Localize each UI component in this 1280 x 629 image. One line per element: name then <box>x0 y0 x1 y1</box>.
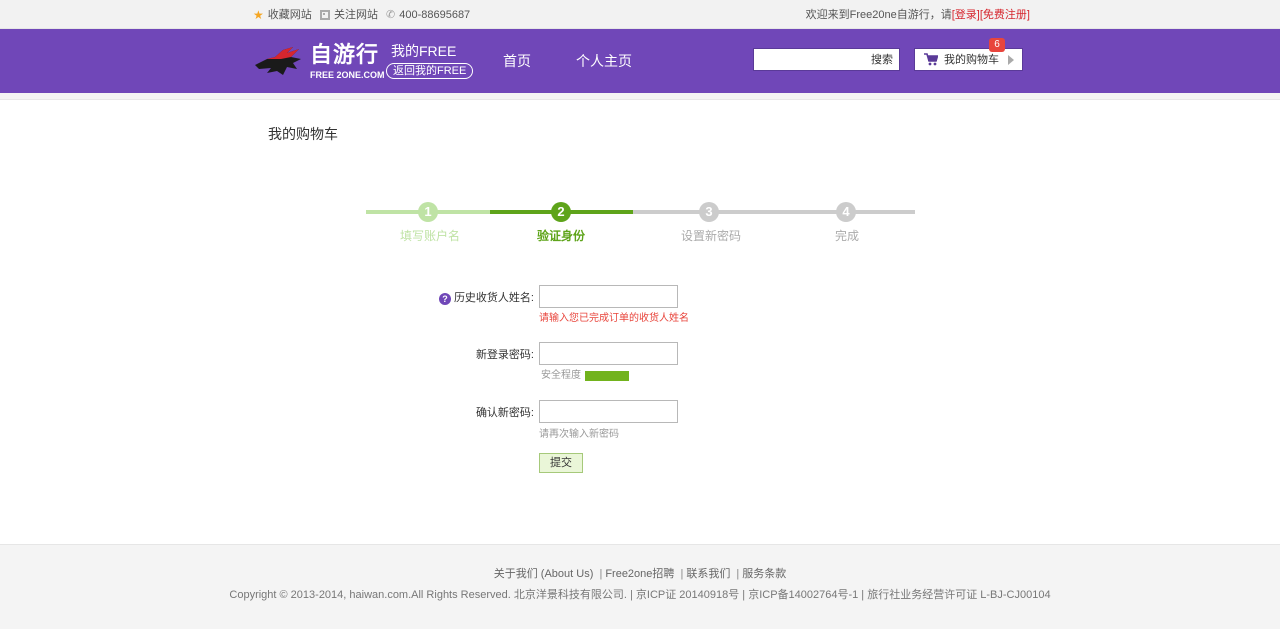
logo[interactable]: 自游行 FREE 2ONE.COM <box>253 42 385 82</box>
search-input[interactable] <box>756 51 866 68</box>
history-name-error: 请输入您已完成订单的收货人姓名 <box>539 313 689 324</box>
history-name-input[interactable] <box>539 285 678 308</box>
footer-links: 关于我们 (About Us) | Free2one招聘 | 联系我们 | 服务条款 <box>0 567 1280 581</box>
logo-name: 自游行 <box>310 42 380 67</box>
submit-button[interactable]: 提交 <box>539 453 583 473</box>
back-to-free-button[interactable]: 返回我的FREE <box>386 63 474 79</box>
nav-profile[interactable]: 个人主页 <box>576 52 632 70</box>
step-4-label: 完成 <box>835 229 860 243</box>
history-name-label-row: ? 历史收货人姓名: <box>430 291 534 305</box>
step-3-label: 设置新密码 <box>681 229 742 243</box>
confirm-password-input[interactable] <box>539 400 678 423</box>
phone-info: ✆ 400-88695687 <box>386 8 470 22</box>
cart-count-badge: 6 <box>989 38 1005 52</box>
my-free-title: 我的FREE <box>391 43 457 59</box>
search-button[interactable]: 搜索 <box>871 53 893 67</box>
search-box: 搜索 <box>753 48 900 71</box>
confirm-password-hint: 请再次输入新密码 <box>539 429 619 440</box>
header-divider <box>0 93 1280 100</box>
cart-button[interactable]: 我的购物车 <box>914 48 1023 71</box>
step-line-3 <box>633 210 915 214</box>
login-link[interactable]: [登录] <box>952 8 980 22</box>
footer-separator: | <box>680 568 684 580</box>
cart-icon <box>924 53 938 66</box>
favorite-label: 收藏网站 <box>267 9 312 21</box>
progress-steps: 1 2 3 4 填写账户名 验证身份 设置新密码 完成 <box>366 202 915 246</box>
qr-code-icon <box>320 10 330 20</box>
new-password-input[interactable] <box>539 342 678 365</box>
step-1-circle: 1 <box>418 202 438 222</box>
register-link[interactable]: [免费注册] <box>980 8 1030 22</box>
footer: 关于我们 (About Us) | Free2one招聘 | 联系我们 | 服务条款 … <box>0 544 1280 629</box>
welcome-message: 欢迎来到Free20ne自游行，请 [登录] [免费注册] <box>806 8 1030 22</box>
password-strength-bar <box>585 371 629 381</box>
footer-copyright: Copyright © 2013-2014, haiwan.com.All Ri… <box>229 589 1051 601</box>
footer-separator: | <box>599 568 603 580</box>
top-bar: ★ 收藏网站 关注网站 ✆ 400-88695687 欢迎来到Free20ne自… <box>0 0 1280 29</box>
page-title: 我的购物车 <box>268 126 338 142</box>
favorite-link[interactable]: ★ 收藏网站 <box>253 8 312 22</box>
footer-link-about[interactable]: 关于我们 (About Us) <box>494 568 594 580</box>
nav-home[interactable]: 首页 <box>503 52 531 70</box>
step-3-circle: 3 <box>699 202 719 222</box>
new-password-label: 新登录密码: <box>475 349 534 361</box>
footer-link-terms[interactable]: 服务条款 <box>742 568 786 580</box>
step-2-label: 验证身份 <box>537 229 586 243</box>
follow-link[interactable]: 关注网站 <box>320 8 378 22</box>
history-name-label: 历史收货人姓名: <box>453 292 534 304</box>
step-2-circle: 2 <box>551 202 571 222</box>
strength-label: 安全程度 <box>541 370 581 381</box>
chevron-right-icon <box>1008 55 1014 65</box>
header: 自游行 FREE 2ONE.COM 我的FREE 返回我的FREE 首页 个人主… <box>0 29 1280 93</box>
phone-number: 400-88695687 <box>399 9 471 21</box>
rabbit-logo-icon <box>255 47 301 75</box>
star-icon: ★ <box>253 8 264 22</box>
step-4-circle: 4 <box>836 202 856 222</box>
help-icon[interactable]: ? <box>438 293 451 305</box>
footer-separator: | <box>736 568 740 580</box>
step-1-label: 填写账户名 <box>400 229 461 243</box>
cart-label: 我的购物车 <box>944 54 999 66</box>
password-strength-fill <box>585 371 629 381</box>
welcome-text: 欢迎来到Free20ne自游行，请 <box>805 9 952 21</box>
follow-label: 关注网站 <box>334 9 378 21</box>
logo-subtitle: FREE 2ONE.COM <box>310 70 385 80</box>
phone-icon: ✆ <box>386 9 396 21</box>
footer-link-jobs[interactable]: Free2one招聘 <box>605 568 674 580</box>
confirm-password-label: 确认新密码: <box>475 407 534 419</box>
footer-link-contact[interactable]: 联系我们 <box>686 568 730 580</box>
